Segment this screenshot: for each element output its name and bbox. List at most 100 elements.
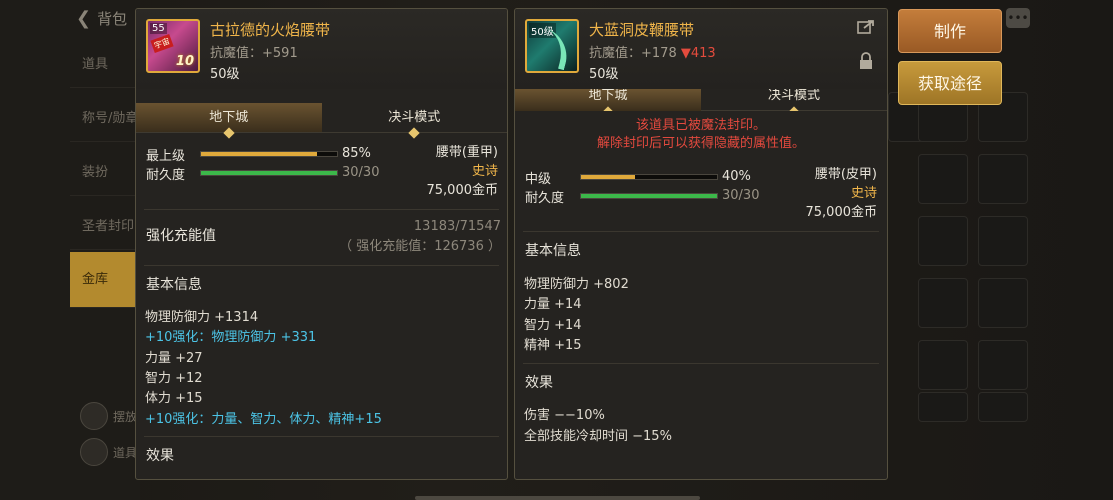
item-name: 古拉德的火焰腰带 bbox=[210, 21, 331, 39]
magic-resist-value: +591 bbox=[262, 46, 298, 61]
basic-info-title: 基本信息 bbox=[525, 243, 581, 259]
grade-label: 中级 bbox=[525, 172, 552, 187]
item-price: 75,000金币 bbox=[426, 183, 499, 198]
seal-message-line: 解除封印后可以获得隐藏的属性值。 bbox=[596, 136, 805, 151]
grade-percent: 40% bbox=[722, 169, 751, 184]
compare-item-tooltip: 50级 大蓝洞皮鞭腰带 抗魔值：+178 ▼413 50级 地下城 决斗模式 该… bbox=[514, 8, 888, 480]
stat-line: 物理防御力 +1314 bbox=[145, 310, 259, 325]
item-price: 75,000金币 bbox=[805, 205, 878, 220]
tab-indicator-icon bbox=[788, 106, 800, 111]
inventory-slot[interactable] bbox=[918, 216, 968, 266]
effects-title: 效果 bbox=[146, 448, 174, 464]
icon-level-tag: 55 bbox=[150, 23, 167, 34]
durability-label: 耐久度 bbox=[146, 168, 186, 183]
basic-info-title: 基本信息 bbox=[146, 277, 202, 293]
mode-tabs: 地下城 决斗模式 bbox=[136, 103, 508, 139]
lock-icon[interactable] bbox=[857, 51, 875, 69]
inventory-grid bbox=[888, 92, 1038, 422]
durability-value: 30/30 bbox=[722, 188, 760, 203]
inventory-slot[interactable] bbox=[918, 154, 968, 204]
items-icon[interactable] bbox=[80, 438, 108, 466]
belt-item-icon: 55 宇宙 10 bbox=[146, 19, 200, 73]
grade-bar-fill bbox=[201, 152, 317, 156]
item-level: 50级 bbox=[589, 67, 619, 82]
item-meta: 腰带(皮甲) 史诗 75,000金币 bbox=[806, 165, 878, 222]
divider bbox=[144, 265, 499, 266]
grade-bar-fill bbox=[581, 175, 636, 179]
enhance-charge-values: 13183/71547 （ 强化充能值：126736 ） bbox=[339, 217, 501, 257]
inventory-slot[interactable] bbox=[978, 154, 1028, 204]
inventory-slot[interactable] bbox=[978, 278, 1028, 328]
item-meta: 腰带(重甲) 史诗 75,000金币 bbox=[427, 143, 499, 200]
grade-percent: 85% bbox=[342, 146, 371, 161]
item-type: 腰带(皮甲) bbox=[814, 167, 877, 182]
inventory-slot[interactable] bbox=[918, 392, 968, 422]
sidebar-item-titles[interactable]: 称号/勋章 bbox=[70, 96, 140, 142]
magic-resist-value: +178 bbox=[641, 46, 677, 61]
magic-resist-label: 抗魔值： bbox=[210, 46, 263, 61]
inventory-slot[interactable] bbox=[978, 392, 1028, 422]
tab-indicator-icon bbox=[602, 106, 614, 111]
magic-resist-label: 抗魔值： bbox=[589, 46, 642, 61]
make-button[interactable]: 制作 bbox=[898, 9, 1002, 53]
magic-resist: 抗魔值：+178 ▼413 bbox=[589, 42, 716, 61]
tab-label: 地下城 bbox=[209, 110, 249, 125]
grade-bar bbox=[580, 174, 718, 180]
mode-tabs: 地下城 决斗模式 bbox=[515, 89, 887, 111]
tab-duel[interactable]: 决斗模式 bbox=[701, 89, 887, 111]
item-type: 腰带(重甲) bbox=[435, 145, 498, 160]
enhance-charge-label: 强化充能值 bbox=[146, 228, 216, 244]
arrange-icon[interactable] bbox=[80, 402, 108, 430]
items-label: 道具 bbox=[113, 446, 138, 460]
stat-line: 智力 +12 bbox=[145, 371, 203, 386]
grade-bar bbox=[200, 151, 338, 157]
tab-indicator-icon bbox=[223, 127, 235, 139]
durability-label: 耐久度 bbox=[525, 191, 565, 206]
seal-message-line: 该道具已被魔法封印。 bbox=[635, 118, 766, 133]
durability-bar-fill bbox=[201, 171, 337, 175]
chat-icon[interactable]: ••• bbox=[1006, 8, 1030, 28]
magic-resist: 抗魔值：+591 bbox=[210, 42, 298, 61]
divider bbox=[523, 363, 879, 364]
enhance-charge-value: 13183/71547 bbox=[413, 219, 501, 234]
item-rarity: 史诗 bbox=[471, 164, 498, 179]
stat-line-enhance: +10强化：物理防御力 +331 bbox=[145, 330, 317, 345]
tab-dungeon[interactable]: 地下城 bbox=[136, 103, 322, 139]
scroll-indicator[interactable] bbox=[415, 496, 700, 500]
stat-line: 智力 +14 bbox=[524, 318, 582, 333]
sidebar-item-vault[interactable]: 金库 bbox=[70, 252, 140, 308]
whip-belt-item-icon: 50级 bbox=[525, 19, 579, 73]
sidebar-item-items[interactable]: 道具 bbox=[70, 42, 140, 88]
back-arrow-icon[interactable]: ❮ bbox=[76, 8, 91, 29]
effects-title: 效果 bbox=[525, 375, 553, 391]
tab-indicator-icon bbox=[408, 127, 420, 139]
stat-line: 力量 +14 bbox=[524, 297, 582, 312]
tab-label: 决斗模式 bbox=[388, 110, 441, 125]
back-title: 背包 bbox=[97, 10, 128, 28]
tab-label: 决斗模式 bbox=[767, 89, 820, 103]
item-header: 50级 大蓝洞皮鞭腰带 抗魔值：+178 ▼413 50级 bbox=[515, 9, 887, 89]
tab-duel[interactable]: 决斗模式 bbox=[322, 103, 508, 139]
sidebar-item-avatar[interactable]: 装扮 bbox=[70, 150, 140, 196]
enhance-level-number: 10 bbox=[175, 54, 194, 69]
tab-dungeon[interactable]: 地下城 bbox=[515, 89, 701, 111]
item-level: 50级 bbox=[210, 67, 240, 82]
inventory-slot[interactable] bbox=[978, 340, 1028, 390]
effect-line: 全部技能冷却时间 −15% bbox=[524, 429, 672, 444]
arrange-label: 摆放 bbox=[113, 410, 138, 424]
inventory-slot[interactable] bbox=[918, 278, 968, 328]
share-icon[interactable] bbox=[857, 19, 875, 37]
acquire-route-button[interactable]: 获取途径 bbox=[898, 61, 1002, 105]
seal-message: 该道具已被魔法封印。 解除封印后可以获得隐藏的属性值。 bbox=[515, 117, 887, 153]
inventory-slot[interactable] bbox=[978, 216, 1028, 266]
back-button[interactable]: ❮ 背包 bbox=[76, 8, 127, 29]
stat-line: 物理防御力 +802 bbox=[524, 277, 629, 292]
magic-resist-diff: ▼413 bbox=[680, 46, 716, 61]
enhance-charge-total: （ 强化充能值：126736 ） bbox=[339, 239, 501, 254]
divider bbox=[144, 209, 499, 210]
inventory-slot[interactable] bbox=[918, 340, 968, 390]
stat-line: 体力 +15 bbox=[145, 391, 203, 406]
sidebar-item-seal[interactable]: 圣者封印 bbox=[70, 204, 140, 250]
stat-line-enhance: +10强化：力量、智力、体力、精神+15 bbox=[145, 412, 382, 427]
grade-label: 最上级 bbox=[146, 149, 186, 164]
